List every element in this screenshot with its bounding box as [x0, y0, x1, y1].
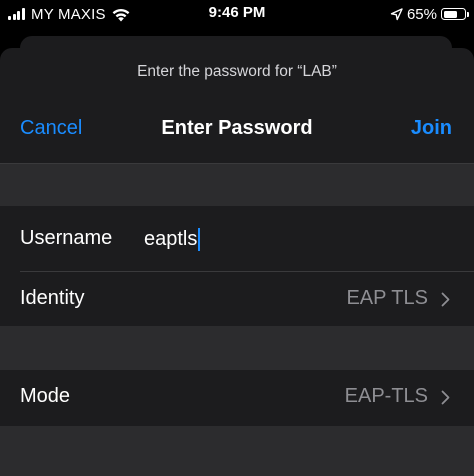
battery-level [443, 10, 457, 18]
section-gap-2 [0, 326, 474, 370]
battery-percent: 65% [406, 5, 437, 23]
mode-row[interactable]: Mode EAP-TLS [0, 370, 474, 425]
mode-value: EAP-TLS [344, 385, 428, 407]
username-field[interactable]: eaptls [144, 225, 444, 253]
battery-icon [441, 8, 469, 20]
identity-label: Identity [20, 287, 85, 309]
sheet-prompt: Enter the password for “LAB” [137, 63, 337, 80]
sheet-navbar: Cancel Enter Password Join [0, 108, 474, 148]
chevron-right-icon [441, 390, 450, 405]
identity-value: EAP TLS [346, 287, 428, 309]
section-gap-1 [0, 164, 474, 206]
identity-row[interactable]: Identity EAP TLS [0, 272, 474, 327]
username-row[interactable]: Username eaptls [0, 212, 474, 267]
password-sheet: Enter the password for “LAB” Cancel Ente… [0, 48, 474, 476]
username-value: eaptls [144, 227, 198, 250]
mode-group: Mode EAP-TLS [0, 370, 474, 426]
text-cursor [198, 227, 201, 251]
mode-label: Mode [20, 385, 71, 407]
location-arrow-icon [390, 7, 403, 20]
credentials-group: Username eaptls Identity EAP TLS [0, 206, 474, 326]
status-bar-right: 65% [390, 5, 469, 23]
chevron-right-icon [441, 292, 450, 307]
battery-cap [467, 12, 469, 17]
section-gap-3 [0, 426, 474, 476]
status-bar: MY MAXIS 9:46 PM 65% [0, 0, 474, 30]
screen: MY MAXIS 9:46 PM 65% Enter the password … [0, 0, 474, 476]
join-button[interactable]: Join [411, 117, 452, 140]
sheet-title: Enter Password [161, 117, 313, 139]
username-label: Username [20, 227, 113, 249]
